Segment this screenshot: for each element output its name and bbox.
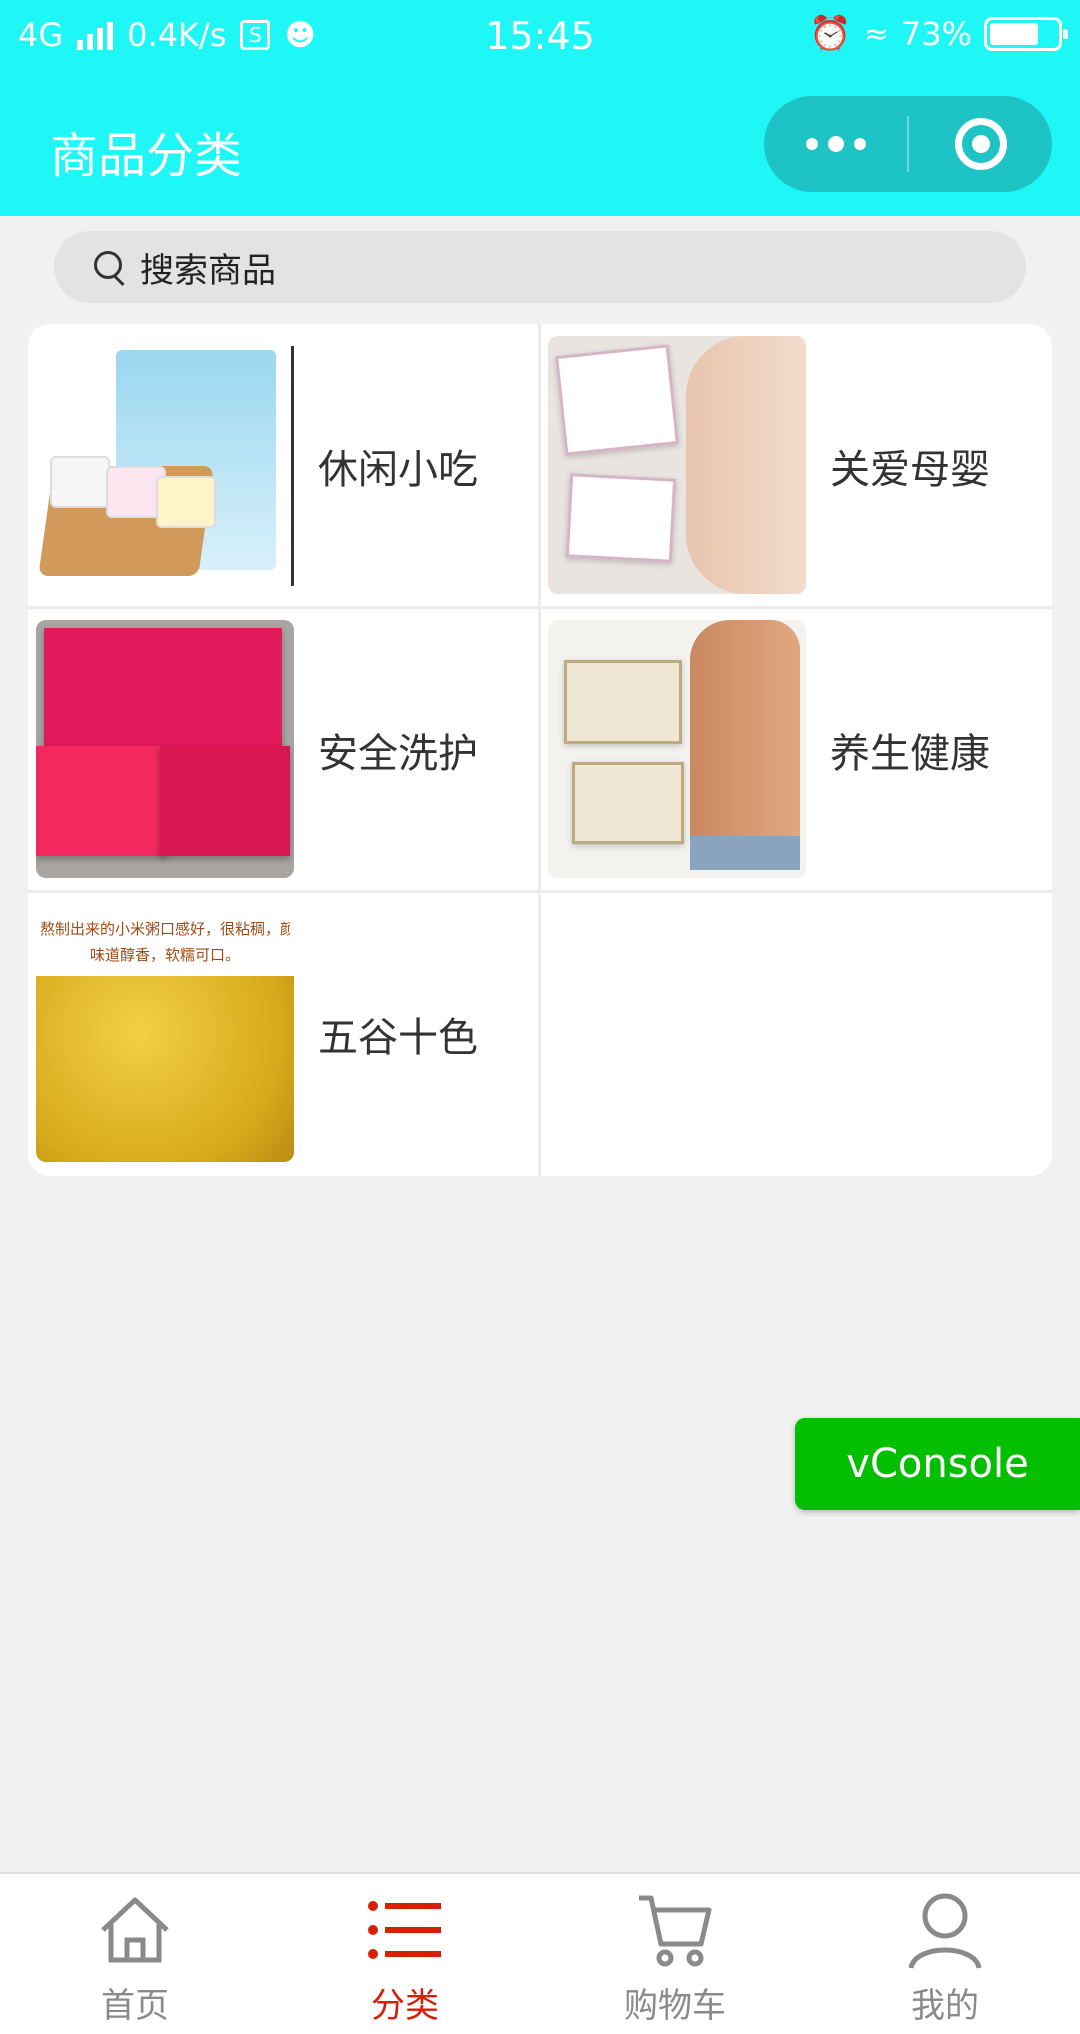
category-item-wash-care[interactable]: 安全洗护: [28, 608, 540, 892]
tab-category[interactable]: 分类: [270, 1874, 540, 2034]
close-miniprogram-button[interactable]: [909, 96, 1052, 192]
tab-label: 购物车: [624, 1986, 726, 2026]
page-title: 商品分类: [50, 128, 243, 184]
tab-cart[interactable]: 购物车: [540, 1874, 810, 2034]
target-icon: [954, 118, 1007, 170]
user-icon: [908, 1893, 982, 1969]
search-icon: [92, 249, 128, 285]
image-caption-line: 味道醇香，软糯可口。: [89, 946, 240, 964]
health-image: [548, 620, 806, 878]
wifi-icon: ≈: [863, 16, 889, 52]
category-label: 安全洗护: [318, 731, 478, 777]
tab-label: 我的: [911, 1986, 979, 2026]
dot-icon: [827, 136, 844, 152]
tab-profile[interactable]: 我的: [810, 1874, 1080, 2034]
category-label: 五谷十色: [318, 1015, 478, 1061]
battery-percent: 73%: [900, 15, 972, 53]
miniprogram-capsule: [764, 96, 1052, 192]
category-item-health[interactable]: 养生健康: [540, 608, 1052, 892]
tab-bar: 首页 分类 购物车 我的: [0, 1872, 1080, 2034]
alarm-icon: ⏰: [809, 14, 852, 54]
maternal-care-image: [548, 336, 806, 594]
header-bar: 4G 0.4K/s S ☻ 15:45 ⏰ ≈ 73% 商品分类: [0, 0, 1080, 216]
snack-image: [36, 336, 294, 594]
image-caption-line: 熬制出来的小米粥口感好，很粘稠，颜色金: [40, 920, 290, 938]
dot-icon: [853, 138, 866, 150]
category-item-grains[interactable]: 熬制出来的小米粥口感好，很粘稠，颜色金 味道醇香，软糯可口。 五谷十色: [28, 892, 540, 1176]
search-bar[interactable]: 搜索商品: [54, 231, 1026, 303]
category-item-snacks[interactable]: 休闲小吃: [28, 324, 540, 608]
more-menu-button[interactable]: [764, 96, 907, 192]
category-grid: 休闲小吃 关爱母婴 安全洗护 养生健康 熬制出来的小米粥口感好，很粘稠，颜 味道…: [28, 324, 1052, 1176]
tab-label: 分类: [371, 1986, 439, 2026]
tab-home[interactable]: 首页: [0, 1874, 270, 2034]
search-placeholder: 搜索商品: [140, 250, 276, 291]
dot-icon: [805, 138, 818, 150]
grain-image: 熬制出来的小米粥口感好，很粘稠，颜色金 味道醇香，软糯可口。: [36, 904, 294, 1162]
wash-care-image: [36, 620, 294, 878]
category-label: 休闲小吃: [318, 447, 478, 493]
cart-icon: [639, 1895, 712, 1967]
status-bar: 4G 0.4K/s S ☻ 15:45 ⏰ ≈ 73%: [0, 0, 1080, 72]
home-icon: [101, 1897, 169, 1963]
category-item-maternal-care[interactable]: 关爱母婴: [540, 324, 1052, 608]
category-label: 关爱母婴: [830, 447, 990, 493]
list-icon: [368, 1901, 441, 1959]
category-label: 养生健康: [830, 731, 990, 777]
tab-label: 首页: [101, 1986, 169, 2026]
vconsole-button[interactable]: vConsole: [795, 1418, 1080, 1510]
battery-icon: [984, 17, 1068, 51]
